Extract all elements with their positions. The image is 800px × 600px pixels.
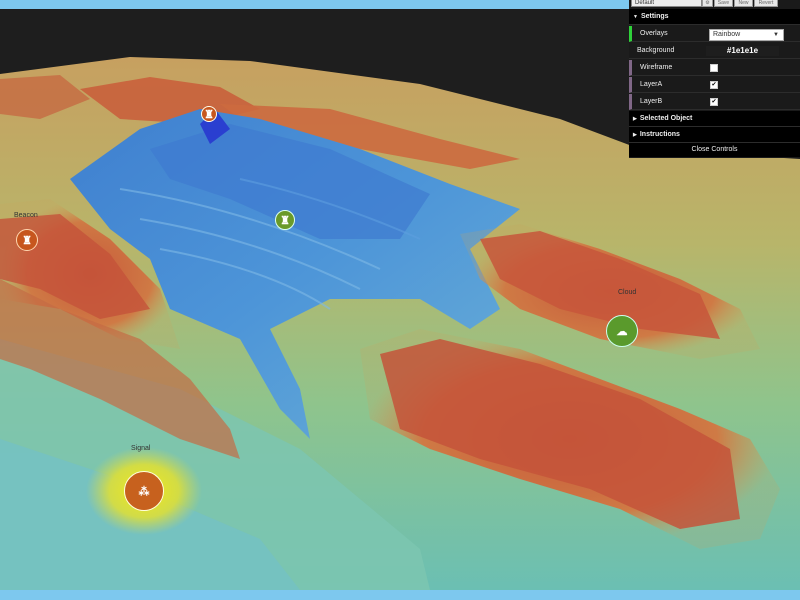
layerb-checkbox[interactable]: ✔ (710, 98, 718, 106)
background-label: Background (637, 47, 675, 54)
triangle-right-icon: ▶ (633, 132, 637, 138)
selected-object-folder[interactable]: ▶ Selected Object (629, 111, 800, 127)
background-color-field[interactable]: #1e1e1e (706, 46, 779, 56)
new-button[interactable]: New (734, 0, 753, 7)
gear-icon[interactable]: ⚙ (702, 0, 713, 7)
overlays-select[interactable]: Rainbow ▼ (709, 29, 784, 41)
preset-row: Default ⚙ Save New Revert (629, 0, 800, 9)
layera-checkbox[interactable]: ✔ (710, 81, 718, 89)
beacon-marker-label: Beacon (14, 212, 38, 219)
instructions-folder[interactable]: ▶ Instructions (629, 127, 800, 143)
station-marker-icon[interactable]: ♜ (275, 210, 295, 230)
layerb-label: LayerB (640, 98, 663, 105)
settings-folder[interactable]: ▼ Settings (629, 9, 800, 25)
overlays-value: Rainbow (713, 31, 741, 38)
revert-button[interactable]: Revert (754, 0, 778, 7)
background-row: Background #1e1e1e (629, 43, 800, 59)
layera-label: LayerA (640, 81, 663, 88)
settings-folder-label: Settings (640, 13, 669, 20)
overlays-label: Overlays (640, 30, 668, 37)
wireframe-row: Wireframe (629, 60, 800, 76)
signal-marker-icon[interactable]: ⁂ (124, 471, 164, 511)
settings-panel: Default ⚙ Save New Revert ▼ Settings Over… (629, 0, 800, 158)
triangle-down-icon: ▼ (633, 14, 638, 20)
instructions-label: Instructions (639, 131, 680, 138)
layerb-row: LayerB ✔ (629, 94, 800, 110)
bottom-frame-bar (0, 590, 800, 600)
close-controls-button[interactable]: Close Controls (629, 143, 800, 157)
overlays-row: Overlays Rainbow ▼ (629, 26, 800, 42)
wireframe-label: Wireframe (640, 64, 673, 71)
selected-object-label: Selected Object (639, 115, 693, 122)
save-button[interactable]: Save (714, 0, 733, 7)
chevron-down-icon: ▼ (773, 32, 779, 38)
cloud-marker-icon[interactable]: ☁ (606, 315, 638, 347)
tower-marker-icon[interactable]: ♜ (201, 106, 217, 122)
preset-select[interactable]: Default (631, 0, 702, 7)
cloud-marker-label: Cloud (618, 289, 637, 296)
signal-marker-label: Signal (131, 445, 151, 452)
layera-row: LayerA ✔ (629, 77, 800, 93)
beacon-marker-icon[interactable]: ♜ (16, 229, 38, 251)
wireframe-checkbox[interactable] (710, 64, 718, 72)
triangle-right-icon: ▶ (633, 116, 637, 122)
